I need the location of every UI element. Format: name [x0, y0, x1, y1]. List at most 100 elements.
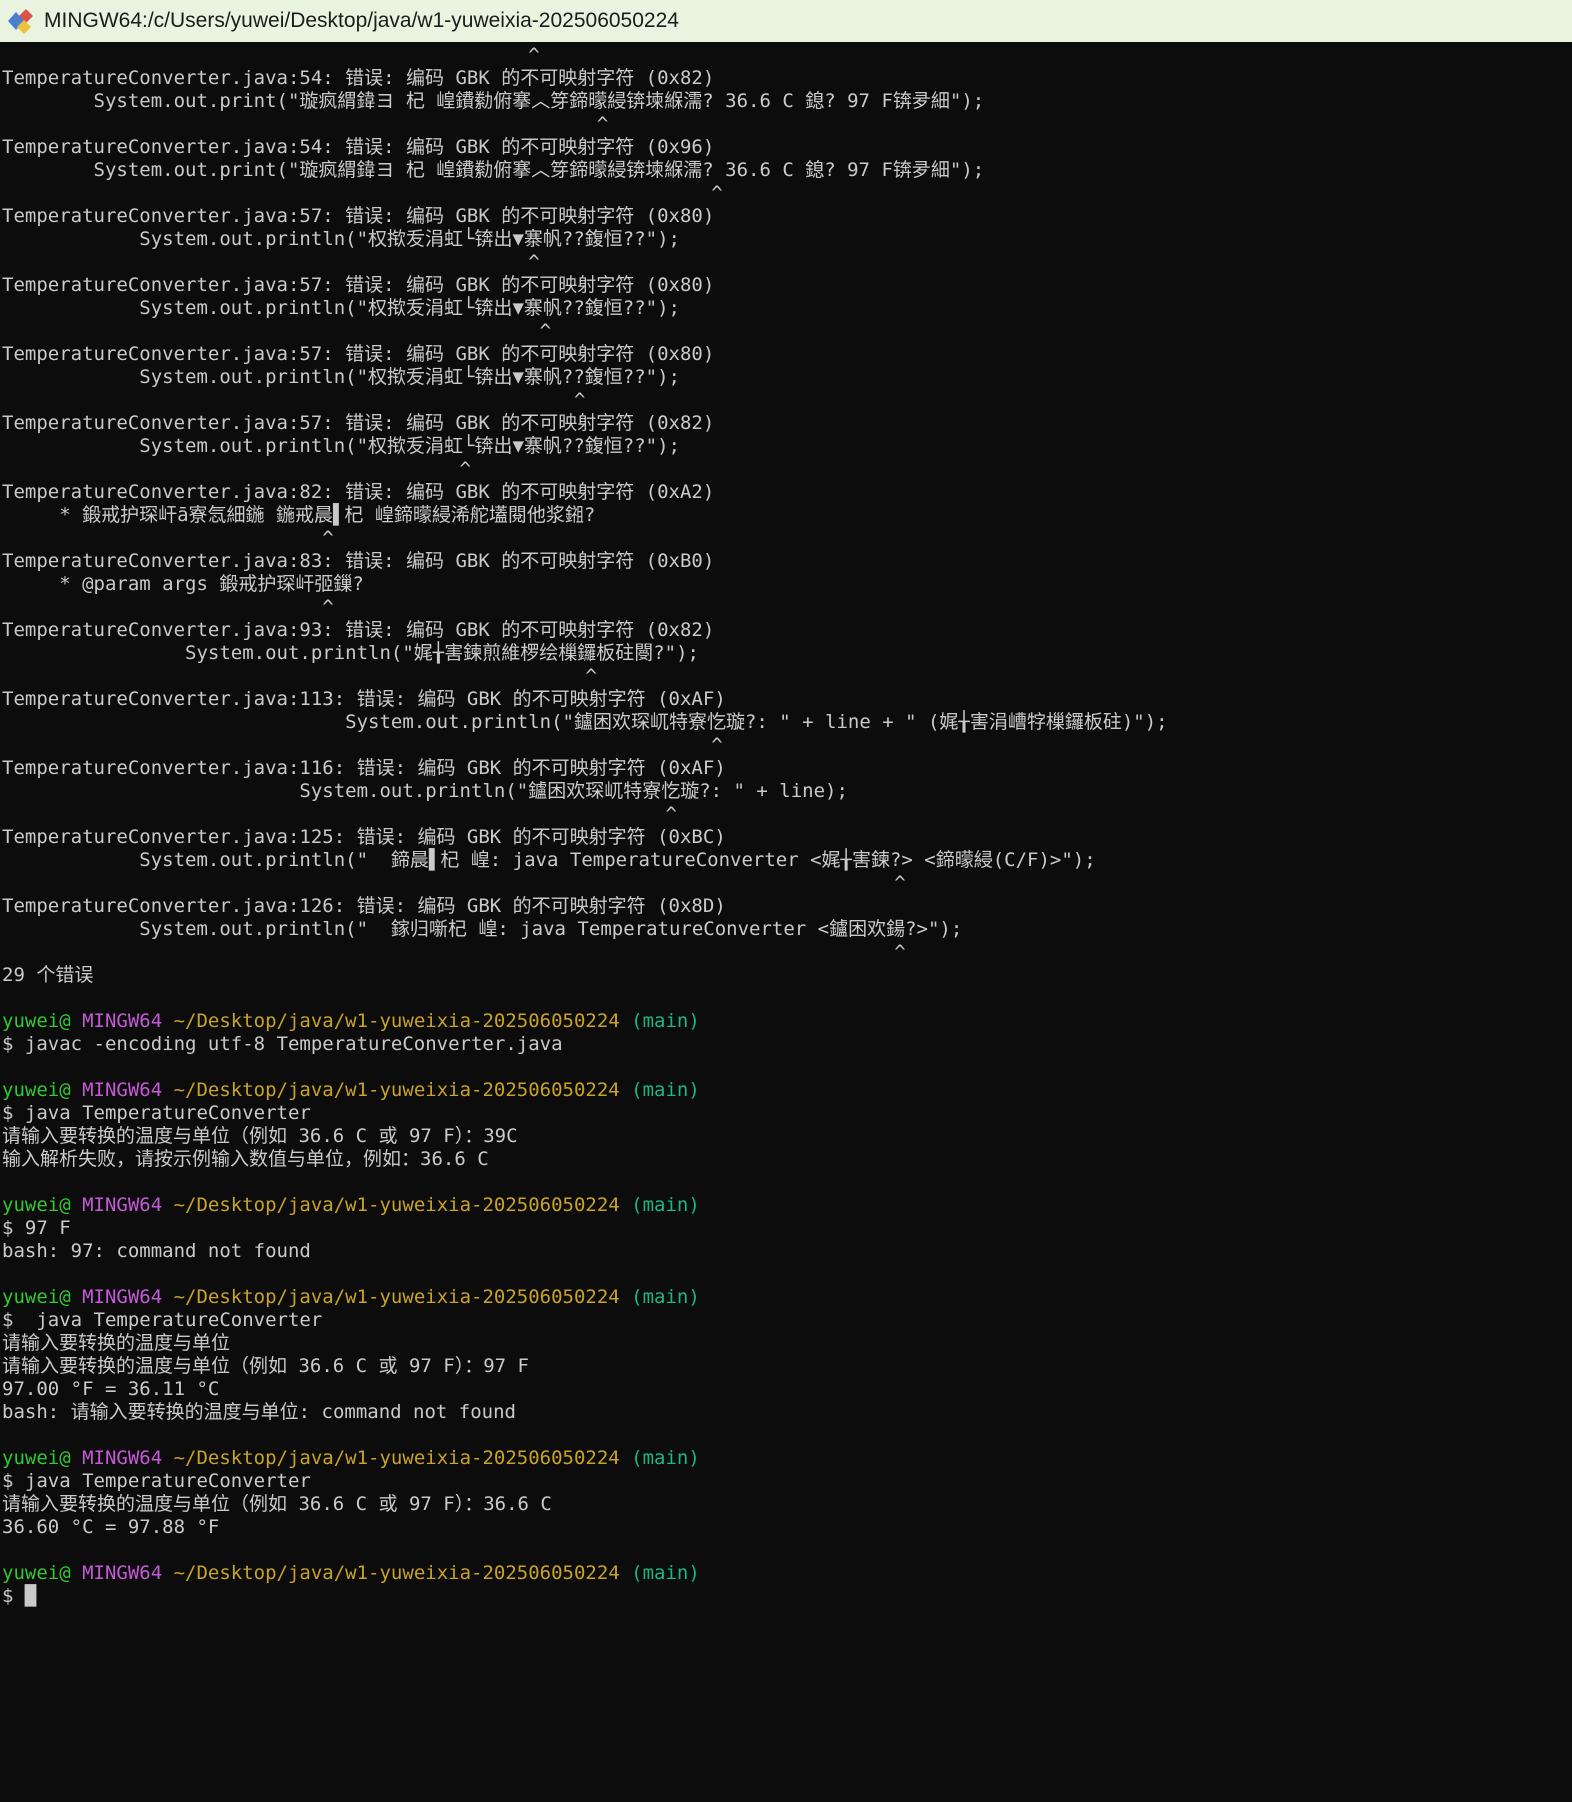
- terminal-text-span: TemperatureConverter.java:57: 错误: 编码 GBK…: [2, 343, 714, 365]
- terminal-text-span: System.out.print("璇疯緭鍏ヨ 杞 崲鐨勬俯搴︿笌鍗曚綅锛堜緥濡…: [2, 90, 984, 112]
- terminal-text-span: System.out.println(" 鎵归噺杞 崲: java Temper…: [2, 918, 962, 940]
- terminal-line: ^: [2, 734, 1572, 757]
- terminal-text-span: ^: [2, 389, 585, 411]
- terminal-text-span: TemperatureConverter.java:57: 错误: 编码 GBK…: [2, 205, 714, 227]
- terminal-line: System.out.print("璇疯緭鍏ヨ 杞 崲鐨勬俯搴︿笌鍗曚綅锛堜緥濡…: [2, 90, 1572, 113]
- terminal-line: [2, 1171, 1572, 1194]
- terminal-text-span: $ javac -encoding utf-8 TemperatureConve…: [2, 1033, 563, 1055]
- terminal-text-span: 输入解析失败，请按示例输入数值与单位，例如：36.6 C: [2, 1148, 489, 1170]
- terminal-line: TemperatureConverter.java:54: 错误: 编码 GBK…: [2, 67, 1572, 90]
- terminal-line: 请输入要转换的温度与单位（例如 36.6 C 或 97 F）：39C: [2, 1125, 1572, 1148]
- terminal-text-span: MINGW64: [71, 1010, 163, 1032]
- terminal-text-span: yuwei@: [2, 1079, 71, 1101]
- terminal-text-span: TemperatureConverter.java:57: 错误: 编码 GBK…: [2, 412, 714, 434]
- terminal-text-span: System.out.println("鑪困欢琛屼特寮忔璇?: " + line…: [2, 711, 1168, 733]
- terminal-text-span: ^: [2, 44, 540, 66]
- terminal-text-span: ^: [2, 113, 608, 135]
- terminal-line: System.out.print("璇疯緭鍏ヨ 杞 崲鐨勬俯搴︿笌鍗曚綅锛堜緥濡…: [2, 159, 1572, 182]
- terminal-line: [2, 1424, 1572, 1447]
- terminal-text-span: 请输入要转换的温度与单位（例如 36.6 C 或 97 F）：39C: [2, 1125, 518, 1147]
- terminal-line: System.out.println("权揿叐涓虹└锛出▼寨帆??鍑恒??");: [2, 435, 1572, 458]
- terminal-screen[interactable]: ^TemperatureConverter.java:54: 错误: 编码 GB…: [0, 42, 1572, 1802]
- terminal-line: 请输入要转换的温度与单位: [2, 1332, 1572, 1355]
- terminal-line: TemperatureConverter.java:125: 错误: 编码 GB…: [2, 826, 1572, 849]
- terminal-text-span: ^: [2, 734, 723, 756]
- terminal-line: bash: 请输入要转换的温度与单位: command not found: [2, 1401, 1572, 1424]
- terminal-text-span: MINGW64: [71, 1562, 163, 1584]
- terminal-text-span: (main): [620, 1010, 700, 1032]
- terminal-text-span: TemperatureConverter.java:54: 错误: 编码 GBK…: [2, 136, 714, 158]
- terminal-line: * @param args 鍛戒护琛屽弬鏁?: [2, 573, 1572, 596]
- terminal-text-span: * @param args 鍛戒护琛屽弬鏁?: [2, 573, 364, 595]
- terminal-line: bash: 97: command not found: [2, 1240, 1572, 1263]
- msys2-app-icon: [8, 7, 36, 35]
- terminal-line: ^: [2, 803, 1572, 826]
- terminal-text-span: ^: [2, 941, 906, 963]
- terminal-text-span: MINGW64: [71, 1447, 163, 1469]
- terminal-line: System.out.println(" 鍗晨▌杞 崲: java Temper…: [2, 849, 1572, 872]
- terminal-line: $ 97 F: [2, 1217, 1572, 1240]
- terminal-line: [2, 987, 1572, 1010]
- window-title: MINGW64:/c/Users/yuwei/Desktop/java/w1-y…: [44, 9, 679, 33]
- terminal-text-span: ~/Desktop/java/w1-yuweixia-202506050224: [162, 1079, 620, 1101]
- titlebar[interactable]: MINGW64:/c/Users/yuwei/Desktop/java/w1-y…: [0, 0, 1572, 42]
- terminal-line: TemperatureConverter.java:54: 错误: 编码 GBK…: [2, 136, 1572, 159]
- terminal-text-span: 请输入要转换的温度与单位（例如 36.6 C 或 97 F）：97 F: [2, 1355, 529, 1377]
- terminal-text-span: System.out.println("权揿叐涓虹└锛出▼寨帆??鍑恒??");: [2, 366, 680, 388]
- terminal-text-span: TemperatureConverter.java:116: 错误: 编码 GB…: [2, 757, 726, 779]
- terminal-text-span: System.out.println("权揿叐涓虹└锛出▼寨帆??鍑恒??");: [2, 435, 680, 457]
- terminal-line: ^: [2, 320, 1572, 343]
- terminal-text-span: yuwei@: [2, 1010, 71, 1032]
- terminal-text-span: 36.60 °C = 97.88 °F: [2, 1516, 219, 1538]
- terminal-line: yuwei@ MINGW64 ~/Desktop/java/w1-yuweixi…: [2, 1286, 1572, 1309]
- terminal-line: TemperatureConverter.java:126: 错误: 编码 GB…: [2, 895, 1572, 918]
- terminal-line: System.out.println("娓╁害鍊煎維椤绘樔鑼板砫閿?");: [2, 642, 1572, 665]
- terminal-line: yuwei@ MINGW64 ~/Desktop/java/w1-yuweixi…: [2, 1447, 1572, 1470]
- terminal-text-span: (main): [620, 1079, 700, 1101]
- terminal-line: ^: [2, 251, 1572, 274]
- terminal-line: 29 个错误: [2, 964, 1572, 987]
- terminal-text-span: (main): [620, 1286, 700, 1308]
- terminal-text-span: $ java TemperatureConverter: [2, 1102, 311, 1124]
- terminal-line: yuwei@ MINGW64 ~/Desktop/java/w1-yuweixi…: [2, 1010, 1572, 1033]
- terminal-line: TemperatureConverter.java:57: 错误: 编码 GBK…: [2, 274, 1572, 297]
- terminal-text-span: 97.00 °F = 36.11 °C: [2, 1378, 219, 1400]
- terminal-line: $ java TemperatureConverter: [2, 1470, 1572, 1493]
- terminal-text-span: 请输入要转换的温度与单位（例如 36.6 C 或 97 F）：36.6 C: [2, 1493, 552, 1515]
- terminal-text-span: MINGW64: [71, 1286, 163, 1308]
- terminal-text-span: ~/Desktop/java/w1-yuweixia-202506050224: [162, 1010, 620, 1032]
- terminal-line: 输入解析失败，请按示例输入数值与单位，例如：36.6 C: [2, 1148, 1572, 1171]
- terminal-window: MINGW64:/c/Users/yuwei/Desktop/java/w1-y…: [0, 0, 1572, 1802]
- terminal-text-span: ^: [2, 251, 540, 273]
- terminal-text-span: TemperatureConverter.java:83: 错误: 编码 GBK…: [2, 550, 714, 572]
- terminal-line: TemperatureConverter.java:57: 错误: 编码 GBK…: [2, 205, 1572, 228]
- terminal-line: TemperatureConverter.java:57: 错误: 编码 GBK…: [2, 343, 1572, 366]
- terminal-text-span: TemperatureConverter.java:82: 错误: 编码 GBK…: [2, 481, 714, 503]
- terminal-line: 97.00 °F = 36.11 °C: [2, 1378, 1572, 1401]
- terminal-text-span: System.out.println("权揿叐涓虹└锛出▼寨帆??鍑恒??");: [2, 297, 680, 319]
- terminal-line: ^: [2, 458, 1572, 481]
- terminal-text-span: System.out.println("权揿叐涓虹└锛出▼寨帆??鍑恒??");: [2, 228, 680, 250]
- terminal-text-span: TemperatureConverter.java:126: 错误: 编码 GB…: [2, 895, 726, 917]
- terminal-text-span: $ java TemperatureConverter: [2, 1470, 311, 1492]
- terminal-line: TemperatureConverter.java:83: 错误: 编码 GBK…: [2, 550, 1572, 573]
- terminal-line: System.out.println("权揿叐涓虹└锛出▼寨帆??鍑恒??");: [2, 366, 1572, 389]
- terminal-text-span: ^: [2, 596, 334, 618]
- terminal-text-span: ^: [2, 872, 906, 894]
- terminal-text-span: $ java TemperatureConverter: [2, 1309, 322, 1331]
- terminal-line: 36.60 °C = 97.88 °F: [2, 1516, 1572, 1539]
- terminal-line: $ java TemperatureConverter: [2, 1309, 1572, 1332]
- terminal-text-span: ^: [2, 320, 551, 342]
- terminal-line: System.out.println("鑪困欢琛屼特寮忔璇?: " + line…: [2, 711, 1572, 734]
- terminal-line: ^: [2, 113, 1572, 136]
- terminal-line: [2, 1539, 1572, 1562]
- terminal-text-span: yuwei@: [2, 1286, 71, 1308]
- terminal-text-span: TemperatureConverter.java:57: 错误: 编码 GBK…: [2, 274, 714, 296]
- terminal-text-span: ^: [2, 182, 723, 204]
- terminal-line: $ javac -encoding utf-8 TemperatureConve…: [2, 1033, 1572, 1056]
- terminal-text-span: System.out.println("娓╁害鍊煎維椤绘樔鑼板砫閿?");: [2, 642, 699, 664]
- terminal-text-span: $: [2, 1585, 25, 1607]
- terminal-line: [2, 1056, 1572, 1079]
- terminal-line: System.out.println(" 鎵归噺杞 崲: java Temper…: [2, 918, 1572, 941]
- terminal-text-span: yuwei@: [2, 1562, 71, 1584]
